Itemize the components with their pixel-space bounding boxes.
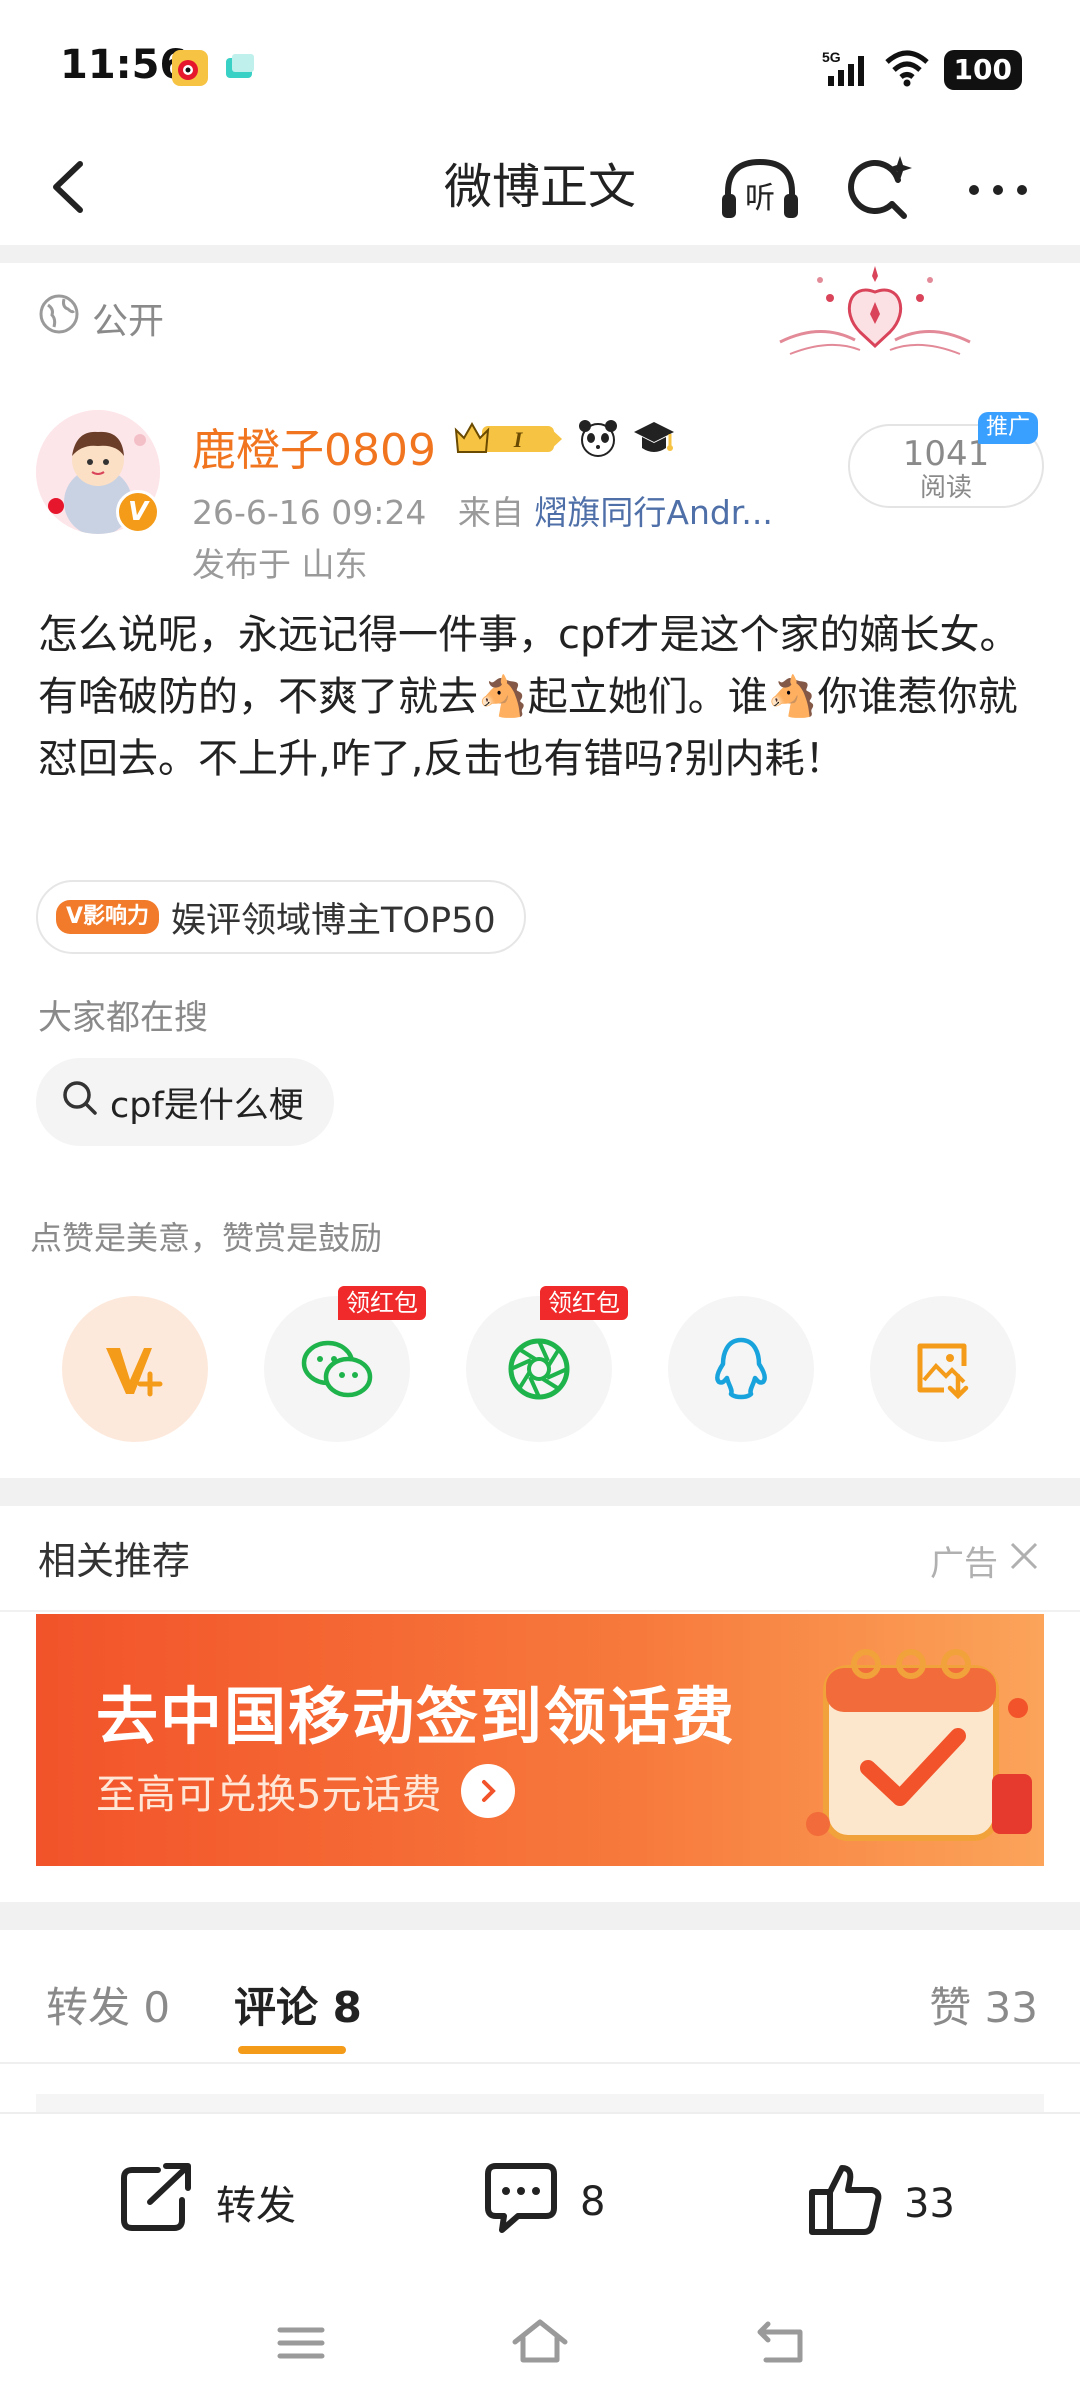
ad-headline: 去中国移动签到领话费 [96, 1680, 737, 1753]
repost-button[interactable]: 转发 [118, 2160, 296, 2244]
system-nav-bar [0, 2282, 1080, 2400]
panda-icon [576, 418, 620, 462]
source-prefix: 来自 [457, 493, 524, 532]
close-icon [1008, 1540, 1040, 1581]
svg-text:I: I [513, 427, 524, 452]
status-indicators: 5G 100 [822, 48, 1022, 92]
post-meta: 26-6-16 09:24 来自 熠旗同行Andr... [192, 486, 773, 534]
top-nav-bar: 微博正文 听 [0, 130, 1080, 245]
moments-redpack-badge: 领红包 [540, 1286, 628, 1320]
comment-count: 8 [580, 2179, 606, 2225]
reward-button[interactable] [62, 1296, 208, 1442]
related-title: 相关推荐 [38, 1539, 191, 1583]
moments-share-button[interactable]: 领红包 [466, 1286, 628, 1442]
comment-bubble-icon [482, 2160, 560, 2244]
menu-icon[interactable] [266, 2308, 336, 2378]
read-label: 阅读 [919, 473, 972, 503]
post-timestamp: 26-6-16 09:24 [192, 493, 427, 532]
trending-search-heading: 大家都在搜 [38, 998, 208, 1038]
tab-like[interactable]: 赞 33 [929, 1974, 1038, 2035]
reward-hint: 点赞是美意，赞赏是鼓励 [30, 1219, 383, 1257]
influence-badge-pill[interactable]: V影响力 娱评领域博主TOP50 [36, 880, 526, 954]
graduation-cap-icon [632, 418, 676, 462]
save-image-button[interactable] [870, 1296, 1016, 1442]
qq-share-button[interactable] [668, 1296, 814, 1442]
svg-text:听: 听 [745, 181, 775, 216]
apple-decoration-icon [760, 262, 990, 372]
wifi-icon [884, 49, 930, 91]
bottom-action-bar: 转发 8 33 [0, 2112, 1080, 2282]
thumbs-up-icon [806, 2160, 884, 2248]
weibo-app-icon [172, 50, 208, 86]
crown-member-icon: I [452, 418, 564, 462]
ad-close-button[interactable]: 广告 [930, 1536, 1040, 1585]
search-suggestion-label: cpf是什么梗 [110, 1085, 304, 1126]
search-suggestion-chip[interactable]: cpf是什么梗 [36, 1058, 334, 1146]
listen-button[interactable]: 听 [718, 150, 798, 230]
tab-repost[interactable]: 转发 0 [46, 1974, 170, 2035]
message-app-icon [222, 50, 258, 86]
tabs-divider [0, 2062, 1080, 2064]
active-tab-indicator [238, 2046, 346, 2054]
related-divider [0, 1610, 1080, 1612]
ad-banner[interactable]: 去中国移动签到领话费 至高可兑换5元话费 [36, 1614, 1044, 1866]
signal-icon: 5G [822, 48, 870, 92]
influence-v-badge: V影响力 [56, 900, 160, 934]
ad-label: 广告 [930, 1544, 998, 1584]
ad-subline: 至高可兑换5元话费 [96, 1762, 516, 1820]
promote-tag[interactable]: 推广 [978, 412, 1039, 444]
share-row: 领红包 领红包 [0, 1286, 1080, 1442]
interaction-tabs: 转发 0 评论 8 赞 33 [0, 1930, 1080, 2060]
status-bar: 11:56 5G 100 [0, 0, 1080, 130]
section-divider-2 [0, 1902, 1080, 1930]
share-arrow-icon [118, 2160, 196, 2244]
visibility-row: 公开 [38, 292, 164, 344]
globe-icon [38, 293, 80, 344]
ad-sub-text: 至高可兑换5元话费 [96, 1772, 442, 1818]
comment-button[interactable]: 8 [482, 2160, 605, 2244]
ai-search-icon[interactable] [840, 150, 920, 230]
section-divider [0, 1478, 1080, 1506]
wechat-redpack-badge: 领红包 [338, 1286, 426, 1320]
tab-comment[interactable]: 评论 8 [234, 1974, 362, 2035]
more-options-icon[interactable] [958, 150, 1038, 230]
wechat-share-button[interactable]: 领红包 [264, 1286, 426, 1442]
arrow-right-icon [461, 1764, 516, 1818]
like-count: 33 [904, 2181, 955, 2227]
username[interactable]: 鹿橙子0809 [192, 414, 436, 478]
post-body-text: 怎么说呢，永远记得一件事，cpf才是这个家的嫡长女。有啥破防的，不爽了就去🐴起立… [38, 612, 1020, 782]
battery-indicator: 100 [943, 50, 1022, 90]
svg-text:5G: 5G [822, 49, 841, 65]
user-badges: I [452, 418, 676, 462]
post-location: 发布于 山东 [192, 545, 368, 584]
like-button[interactable]: 33 [806, 2160, 955, 2248]
verified-badge-icon: V [116, 490, 160, 534]
home-icon[interactable] [505, 2308, 575, 2378]
comment-list-peek [36, 2094, 1044, 2114]
post-source-link[interactable]: 熠旗同行Andr... [534, 493, 772, 532]
status-time: 11:56 [60, 42, 188, 88]
calendar-check-icon [796, 1628, 1036, 1862]
influence-text: 娱评领域博主TOP50 [171, 900, 496, 941]
back-nav-icon[interactable] [746, 2308, 816, 2378]
nav-divider [0, 245, 1080, 263]
search-icon [60, 1078, 100, 1127]
repost-label: 转发 [216, 2183, 296, 2229]
visibility-label: 公开 [92, 301, 165, 342]
